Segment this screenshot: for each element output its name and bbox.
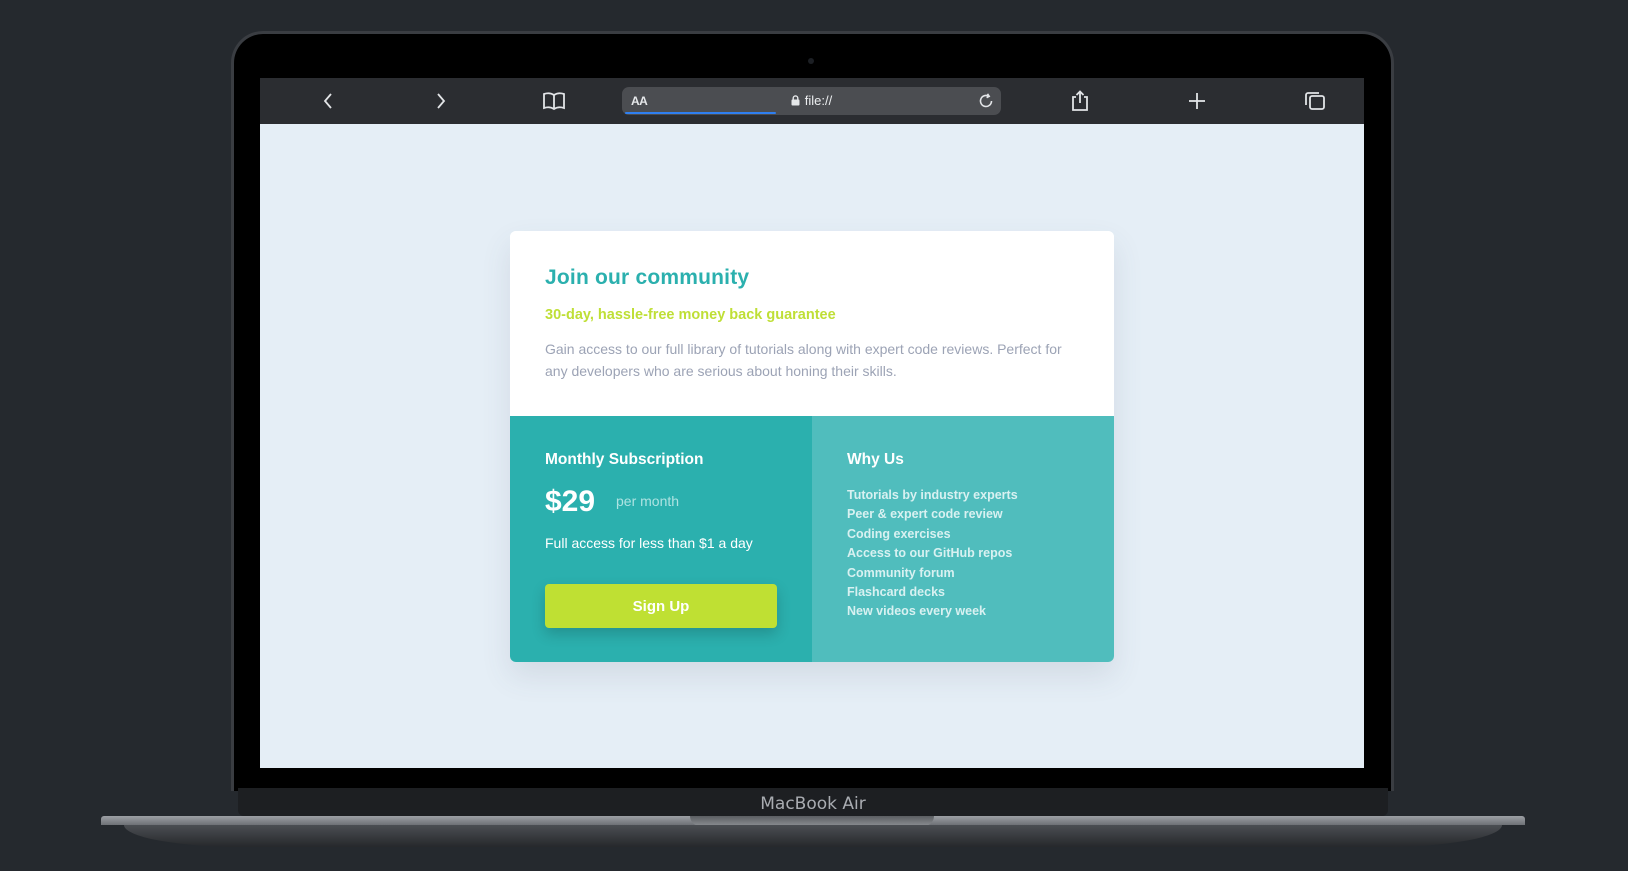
browser-screen: AA file:// Join our community 30-day, ha… xyxy=(260,78,1364,768)
tabs-icon xyxy=(1305,92,1325,110)
url-text: file:// xyxy=(804,93,833,108)
brand-label: MacBook Air xyxy=(760,794,866,814)
why-us-title: Why Us xyxy=(847,451,904,468)
chevron-left-icon xyxy=(323,93,332,109)
list-item: Tutorials by industry experts xyxy=(847,488,1018,502)
address-bar[interactable]: AA file:// xyxy=(622,87,1001,115)
laptop-base-edge xyxy=(124,825,1502,847)
price-period: per month xyxy=(616,493,680,509)
share-icon xyxy=(1072,90,1088,111)
tabs-overview-button[interactable] xyxy=(1295,78,1335,124)
camera-dot xyxy=(808,58,814,64)
url-display: file:// xyxy=(622,93,1001,109)
page-title: Join our community xyxy=(545,266,750,289)
guarantee-subtitle: 30-day, hassle-free money back guarantee xyxy=(545,307,836,323)
subscription-title: Monthly Subscription xyxy=(545,451,704,468)
book-icon xyxy=(543,92,565,111)
list-item: New videos every week xyxy=(847,604,986,619)
back-button[interactable] xyxy=(308,78,348,124)
pricing-card: Join our community 30-day, hassle-free m… xyxy=(510,231,1114,662)
list-item: Peer & expert code review xyxy=(847,507,1003,522)
bookmarks-button[interactable] xyxy=(534,78,574,124)
why-us-section: Why Us Tutorials by industry experts Pee… xyxy=(812,416,1114,662)
reload-icon[interactable] xyxy=(977,92,995,110)
description: Gain access to our full library of tutor… xyxy=(545,341,1062,379)
lock-icon xyxy=(791,94,800,109)
access-note: Full access for less than $1 a day xyxy=(545,535,753,551)
list-item: Coding exercises xyxy=(847,526,951,541)
list-item: Access to our GitHub repos xyxy=(847,546,1013,561)
subscription-section: Monthly Subscription $29 per month Full … xyxy=(510,416,812,662)
why-us-list: Tutorials by industry experts Peer & exp… xyxy=(847,486,1018,622)
page-load-progress xyxy=(625,112,776,114)
sign-up-button[interactable]: Sign Up xyxy=(545,584,777,628)
chevron-right-icon xyxy=(437,93,446,109)
new-tab-button[interactable] xyxy=(1177,78,1217,124)
list-item: Community forum xyxy=(847,565,955,580)
plus-icon xyxy=(1189,93,1205,109)
browser-toolbar: AA file:// xyxy=(260,78,1364,124)
list-item: Flashcard decks xyxy=(847,585,945,600)
card-header-section: Join our community 30-day, hassle-free m… xyxy=(510,231,1114,416)
forward-button[interactable] xyxy=(421,78,461,124)
share-button[interactable] xyxy=(1060,78,1100,124)
price: $29 xyxy=(545,485,596,518)
laptop-hinge: MacBook Air xyxy=(238,788,1388,816)
